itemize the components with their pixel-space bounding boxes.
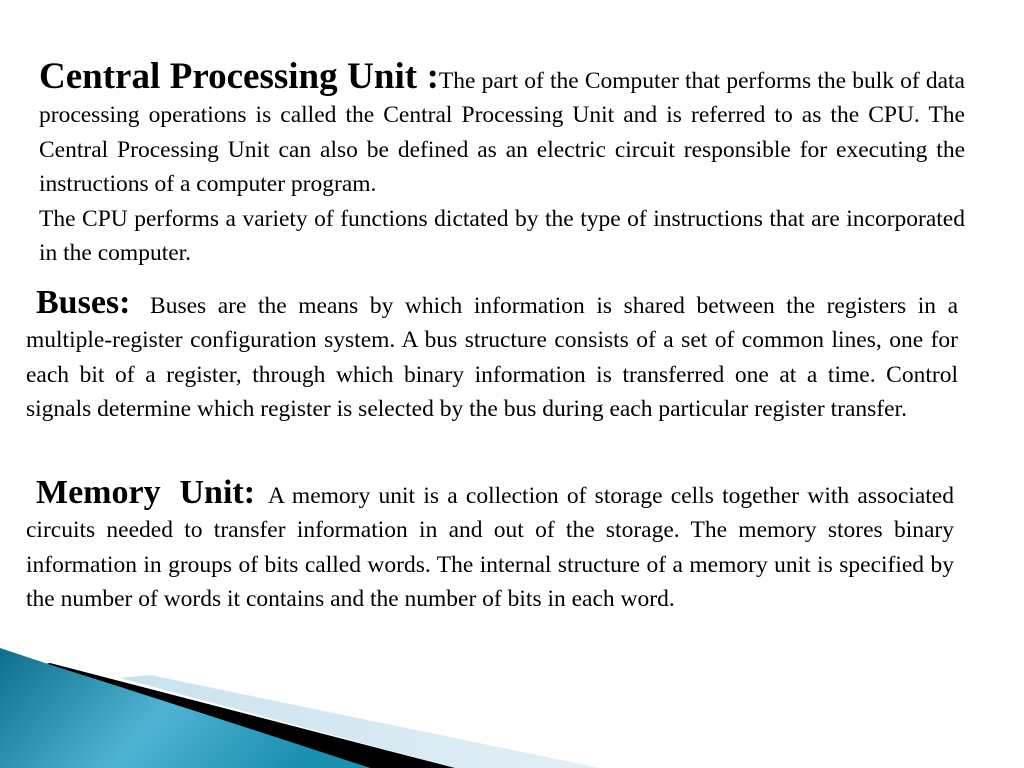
decor-black-band: [45, 663, 455, 768]
section-heading-cpu: Central Processing Unit :: [39, 56, 439, 97]
section-cpu: Central Processing Unit :The part of the…: [39, 58, 965, 270]
decor-pale-blue-band: [120, 675, 600, 768]
decor-teal-shape: [0, 648, 370, 768]
section-memory: Memory Unit: A memory unit is a collecti…: [26, 474, 954, 617]
section-text-buses: Buses are the means by which information…: [26, 293, 958, 423]
section-buses: Buses: Buses are the means by which info…: [26, 284, 958, 427]
section-text-cpu-part2: The CPU performs a variety of functions …: [39, 205, 965, 267]
section-heading-buses: Buses:: [36, 284, 131, 321]
section-heading-memory: Memory Unit:: [36, 474, 256, 511]
